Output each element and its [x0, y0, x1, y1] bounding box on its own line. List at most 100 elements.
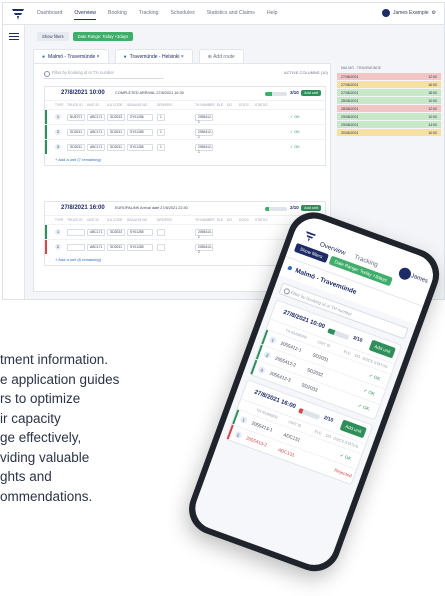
departure-header: 27/8/2021 10:00 COMPLETED ARRIVAL 27/8/20…: [45, 87, 325, 101]
field-truck[interactable]: BUE271: [67, 114, 85, 121]
brand-logo-icon[interactable]: [302, 229, 317, 244]
column-header: ILU CODE: [107, 103, 123, 107]
field-seal[interactable]: SY01285: [127, 244, 153, 251]
show-filters-chip[interactable]: Show filters: [37, 32, 69, 41]
column-header: TYPE: [55, 103, 64, 107]
paragraph-line: ir capacity: [0, 410, 61, 426]
field-seal[interactable]: SY01285: [127, 129, 153, 136]
add-unit-button[interactable]: Add unit: [339, 419, 367, 439]
column-header: DG: [227, 103, 232, 107]
add-unit-button[interactable]: Add unit: [368, 339, 396, 359]
row-status-strip: [226, 424, 234, 440]
tab-travemunde-helsinki[interactable]: ● Travemünde - Helsinki ×: [114, 49, 193, 64]
phone-screen: Overview Tracking James Show filters Dat…: [189, 212, 439, 571]
side-table-date: 30/08/2021: [341, 130, 359, 135]
nav-item-booking[interactable]: Booking: [108, 10, 127, 20]
field-seal[interactable]: SY01285: [127, 229, 153, 236]
nav-item-dashboard[interactable]: Dashboard: [37, 10, 62, 20]
booking-search-input[interactable]: Filter by booking id or TH number: [44, 70, 164, 79]
hamburger-menu-icon[interactable]: [9, 33, 19, 42]
column-header: UNIT ID: [87, 218, 99, 222]
field-unit[interactable]: ABC171: [87, 244, 105, 251]
nav-item-schedules[interactable]: Schedules: [170, 10, 194, 20]
add-unit-button[interactable]: Add unit: [301, 90, 321, 96]
field-drivers[interactable]: 1: [157, 114, 165, 121]
field-unit[interactable]: ABC171: [87, 114, 105, 121]
field-th[interactable]: 2055412-1: [195, 114, 213, 124]
side-table-row: 28/08/2021 12:00: [337, 105, 441, 112]
side-table-row: 27/08/2021 18:00: [337, 89, 441, 96]
nav-item-help[interactable]: Help: [267, 10, 278, 20]
nav-item-overview[interactable]: Overview: [74, 10, 97, 20]
field-drivers[interactable]: [157, 244, 165, 251]
th-number: 2055412-3: [268, 370, 292, 383]
field-unit[interactable]: ABC171: [87, 129, 105, 136]
settings-gear-icon[interactable]: ⚙: [432, 10, 436, 16]
capacity-count: 3/10: [290, 90, 299, 95]
phone-mockup-area: Overview Tracking James Show filters Dat…: [168, 205, 445, 596]
field-drivers[interactable]: 1: [157, 144, 165, 151]
top-navigation-bar: Dashboard Overview Booking Tracking Schedule…: [3, 3, 444, 25]
status-badge: Rejected: [333, 467, 353, 479]
nav-item-tracking[interactable]: Tracking: [139, 10, 159, 20]
field-th[interactable]: 2055412-1: [195, 129, 213, 139]
field-ilu[interactable]: SD2031: [107, 144, 125, 151]
tab-label: Travemünde - Helsinki: [129, 54, 180, 60]
field-drivers[interactable]: [157, 229, 165, 236]
field-truck[interactable]: [67, 244, 85, 251]
field-ilu[interactable]: SD2033: [107, 229, 125, 236]
user-menu[interactable]: James Example ⚙: [381, 9, 436, 17]
side-table-row: 27/08/2021 16:00: [337, 81, 441, 88]
field-truck[interactable]: [67, 229, 85, 236]
field-ilu[interactable]: SD2031: [107, 129, 125, 136]
side-table-time: 12:00: [428, 74, 437, 79]
tab-malmo-travemunde[interactable]: ● Malmö - Travemünde ×: [33, 49, 109, 64]
field-drivers[interactable]: 1: [157, 129, 165, 136]
field-ilu[interactable]: SD2033: [107, 114, 125, 121]
field-seal[interactable]: SY01285: [127, 144, 153, 151]
phone-user-name: James: [409, 273, 429, 285]
column-header: DOCS: [332, 436, 345, 444]
date-range-chip[interactable]: Date Range: Today +3days: [72, 32, 134, 41]
row-number: 1: [55, 114, 61, 120]
side-table-time: 18:00: [428, 90, 437, 95]
marketing-paragraph: tment information. e application guides rs…: [0, 350, 160, 506]
nav-item-statistics-and-claims[interactable]: Statistics and Claims: [207, 10, 255, 20]
paragraph-line: e application guides: [0, 371, 120, 387]
capacity-bar-fill: [298, 407, 304, 415]
departure-status: COMPLETED ARRIVAL 27/8/2021 16:30: [115, 91, 184, 95]
departure-date: 27/8/2021 16:00: [61, 205, 105, 211]
location-pin-icon: ●: [42, 54, 46, 60]
column-header: SEALING NO: [127, 218, 148, 222]
unit-id: SD2033: [300, 382, 319, 393]
field-truck[interactable]: SD2031: [67, 129, 85, 136]
sidebar: [3, 25, 25, 299]
unit-id: SD2032: [306, 367, 324, 378]
brand-logo-icon[interactable]: [11, 7, 25, 21]
field-unit[interactable]: ABC171: [87, 144, 105, 151]
unit-row[interactable]: 3 SD2031 ABC171 SD2031 SY01285 1 2055412-1 ✓ OK: [45, 139, 325, 154]
add-unit-link[interactable]: + Add a unit (7 remaining): [45, 154, 325, 165]
paragraph-line: ghts and: [0, 469, 52, 484]
row-number: 1: [268, 335, 278, 345]
add-route-button[interactable]: ⊕ Add route: [198, 49, 244, 64]
side-table-date: 27/08/2021: [341, 82, 359, 87]
avatar-icon: [381, 9, 390, 17]
add-route-label: Add route: [213, 54, 235, 60]
field-truck[interactable]: SD2031: [67, 144, 85, 151]
side-table-row: 27/08/2021 12:00: [337, 73, 441, 80]
field-th[interactable]: 2055412-1: [195, 144, 213, 154]
column-header: DG: [325, 433, 332, 440]
active-columns-button[interactable]: ACTIVE COLUMNS (10): [284, 70, 328, 75]
unit-row[interactable]: 2 SD2031 ABC171 SD2031 SY01285 1 2055412-1 ✓ OK: [45, 124, 325, 139]
unit-row[interactable]: 1 BUE271 ABC171 SD2033 SY01286 1 2055412-1 ✓ OK: [45, 109, 325, 124]
field-unit[interactable]: ABC171: [87, 229, 105, 236]
row-status-strip: [45, 140, 47, 154]
side-table-row: 29/08/2021 10:00: [337, 113, 441, 120]
tab-label: Malmö - Travemünde: [48, 54, 96, 60]
column-headers: TYPE TRUCK ID UNIT ID ILU CODE SEALING NO DRI…: [45, 101, 325, 109]
side-table-header: MALMÖ - TRAVEMÜNDE: [341, 66, 382, 70]
paragraph-line: ge effectively,: [0, 430, 82, 445]
field-ilu[interactable]: SD2031: [107, 244, 125, 251]
field-seal[interactable]: SY01286: [127, 114, 153, 121]
